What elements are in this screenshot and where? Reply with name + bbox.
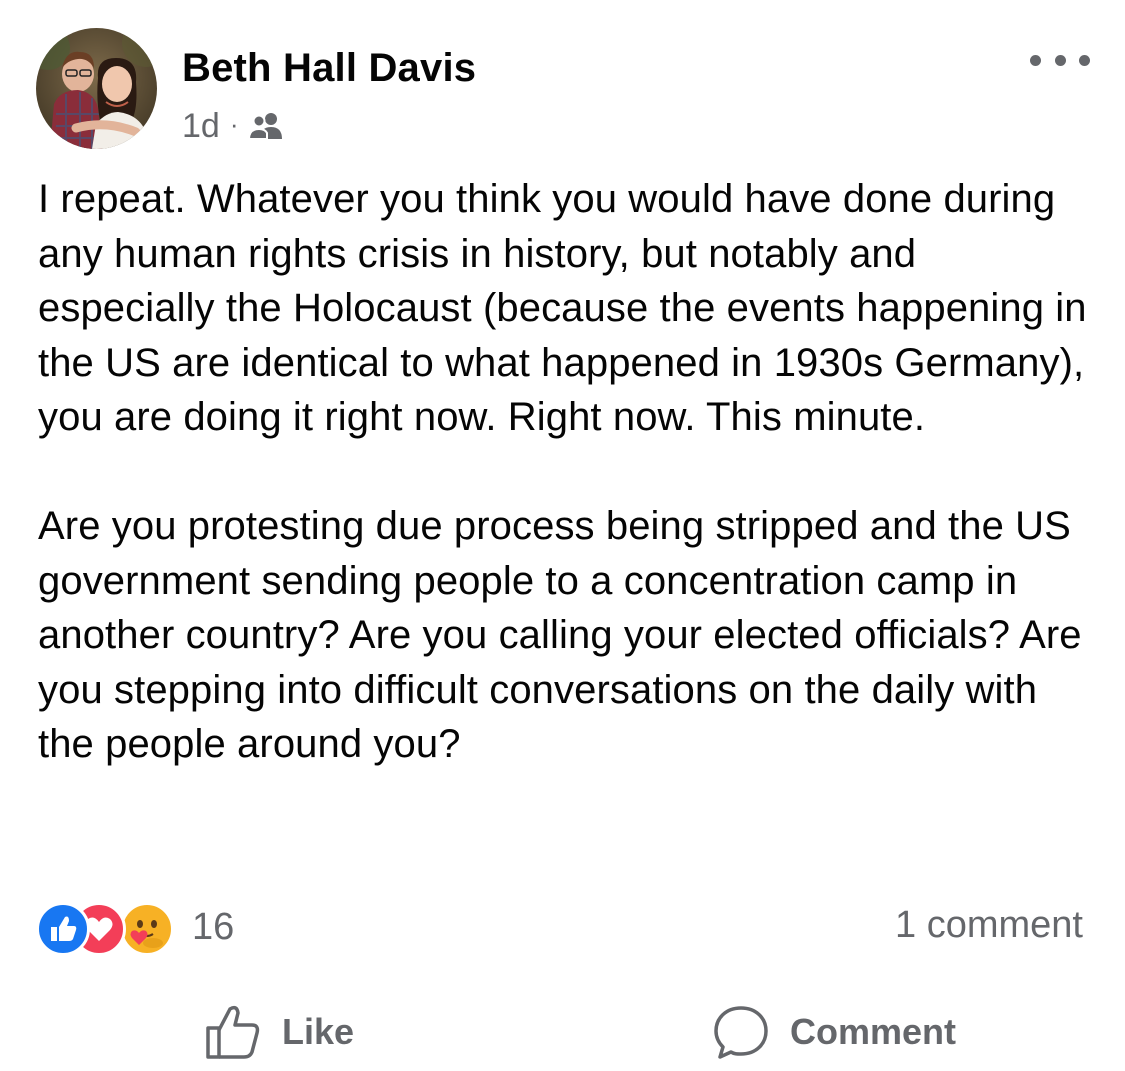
care-reaction-icon [120,902,174,956]
meta-separator: · [229,108,239,139]
post-meta: 1d · [182,104,283,148]
like-label: Like [282,1011,355,1052]
author-avatar[interactable] [36,28,157,149]
more-horizontal-icon [1030,54,1041,66]
author-name[interactable]: Beth Hall Davis [182,44,476,92]
thumbs-up-icon [204,1003,262,1061]
reaction-icons [36,900,184,956]
post-body: I repeat. Whatever you think you would h… [38,172,1098,772]
more-options-button[interactable] [1030,48,1090,72]
avatar-photo [36,28,157,149]
speech-bubble-icon [712,1003,770,1061]
more-horizontal-icon [1079,54,1090,66]
friends-icon[interactable] [248,111,283,141]
comment-button[interactable]: Comment [712,1000,956,1064]
reactions-summary[interactable]: 16 [36,900,235,956]
comment-label: Comment [790,1011,957,1052]
facebook-post: Beth Hall Davis 1d · I repeat. Whatever … [0,0,1125,1071]
comment-count-link[interactable]: 1 comment [895,904,1083,947]
post-timestamp[interactable]: 1d [182,107,220,146]
reaction-count: 16 [192,905,235,948]
like-button[interactable]: Like [204,1000,354,1064]
more-horizontal-icon [1054,54,1066,66]
post-paragraph: Are you protesting due process being str… [38,504,1082,766]
post-paragraph: I repeat. Whatever you think you would h… [38,177,1087,439]
like-reaction-icon [36,902,90,956]
